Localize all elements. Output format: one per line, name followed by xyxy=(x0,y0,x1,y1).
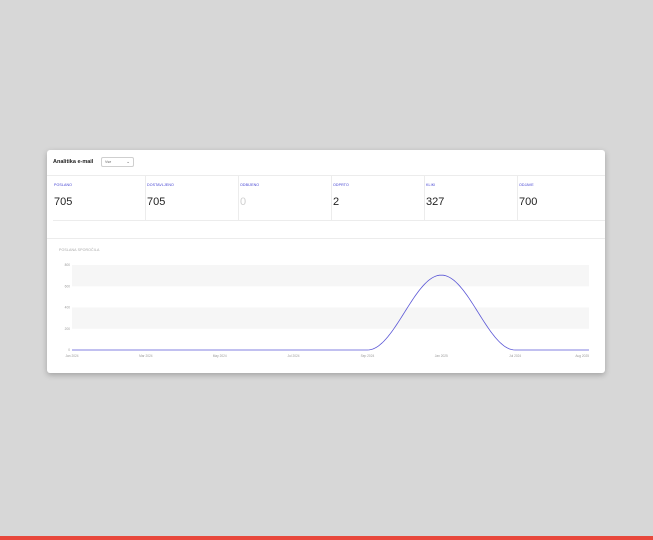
grid-band xyxy=(72,265,589,287)
bottom-accent-bar xyxy=(0,536,653,540)
x-tick-label: Jul 2024 xyxy=(509,354,521,358)
y-tick-label: 400 xyxy=(65,306,71,310)
x-tick-label: Aug 2025 xyxy=(575,354,589,358)
x-tick-label: Mar 2024 xyxy=(139,354,153,358)
x-tick-label: May 2024 xyxy=(213,354,227,358)
x-tick-label: Jan 2024 xyxy=(65,354,78,358)
email-analytics-card: Analitika e-mail Vse ⌄ POSLANO 705 DOSTA… xyxy=(47,150,605,373)
x-tick-label: Sep 2024 xyxy=(361,354,375,358)
y-tick-label: 0 xyxy=(68,348,70,352)
grid-band xyxy=(72,307,589,329)
y-tick-label: 200 xyxy=(65,327,71,331)
y-tick-label: 600 xyxy=(65,284,71,288)
x-tick-label: Jul 2024 xyxy=(288,354,300,358)
sent-messages-chart: 0 200 400 600 800 Jan 2024 Mar 2024 May 2024 Jul… xyxy=(65,263,590,358)
y-tick-label: 800 xyxy=(65,263,71,267)
x-tick-label: Jan 2025 xyxy=(435,354,448,358)
